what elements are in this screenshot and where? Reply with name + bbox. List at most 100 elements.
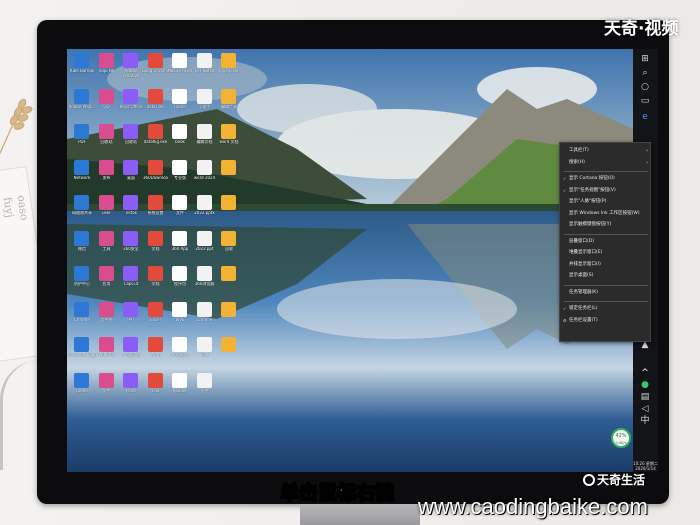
context-menu-item[interactable]: ✓ 锁定任务栏(L) [560,304,652,314]
context-menu-item[interactable]: ⚙ 任务栏设置(T) [560,316,652,326]
context-menu-item[interactable]: 显示触摸键盘按钮(Y) [560,220,652,230]
desktop-icon[interactable]: Kibe Barrow [70,51,94,81]
desktop-icon[interactable]: Music Player [167,51,193,81]
desktop-icon[interactable]: ver Notes [193,51,217,81]
desktop-icon[interactable] [217,264,241,294]
desktop-icon[interactable]: Chrome [193,300,217,330]
context-menu-item[interactable]: 并排显示窗口(I) [560,260,652,270]
desktop-icon[interactable]: QQ [95,87,119,117]
desktop-icon[interactable]: Tiktok [119,193,143,223]
desktop-icon[interactable]: 2022.pptx [193,193,217,223]
desktop-icon[interactable]: 系统设置 [144,193,168,223]
search-icon[interactable]: ⌕ [638,67,652,79]
desktop-icon[interactable]: book [168,122,192,152]
desktop-icon[interactable]: Notepad [168,335,192,365]
desktop-icon[interactable]: 编辑工具 [217,87,241,117]
desktop-icon[interactable]: Folder [70,371,94,401]
desktop-icon[interactable]: Paint [119,371,143,401]
desktop-icon[interactable]: word 文档 [217,122,241,152]
desktop-icon[interactable]: Network [70,158,94,188]
desktop-icon[interactable] [217,300,241,330]
desktop-icon[interactable]: Adobe Phot... [69,87,95,117]
desktop-icon[interactable]: Chrome [70,300,94,330]
desktop-icon[interactable]: 文件 [168,193,192,223]
desktop-icon[interactable]: 文档 [144,229,168,259]
desktop-icon[interactable]: 360安全 [119,229,143,259]
network-icon[interactable]: ▤ [638,391,652,403]
task-view-icon[interactable]: ▭ [638,95,652,107]
app-icon [74,88,89,104]
edge-icon[interactable]: e [638,111,652,123]
context-menu-item[interactable]: 显示桌面(S) [560,271,652,281]
logo-mark-icon [583,474,595,486]
desktop-icon[interactable]: Xiaoying [119,335,143,365]
desktop-icon[interactable]: Word [144,335,168,365]
desktop-icon[interactable]: 360 App [168,229,192,259]
desktop-icon[interactable]: user [95,193,119,223]
desktop-icon[interactable]: 防护中心 [70,264,94,294]
context-menu-item[interactable]: 堆叠显示窗口(E) [560,248,652,258]
desktop-icon[interactable]: CapCut [119,264,143,294]
desktop-icon[interactable]: Adobe Creative [119,51,143,81]
app-icon [74,301,89,317]
desktop-icon[interactable]: 360Downloa [143,158,168,188]
desktop-icon[interactable]: 2022.ppt [193,229,217,259]
desktop-icon[interactable]: 文件 [95,371,119,401]
desktop-icon[interactable]: 回收 [217,229,241,259]
desktop-icon[interactable]: Microsoft Edge [67,335,97,365]
context-menu-item[interactable]: ✓ 显示"任务视图"按钮(V) [560,186,652,196]
desktop-icon[interactable]: dataflig.exe [144,122,168,152]
desktop-icon[interactable]: 应用 [95,264,119,294]
desktop-icon[interactable] [217,158,241,188]
desktop-icon[interactable]: Text [193,335,217,365]
desktop-icon[interactable]: 回收站 [95,122,119,152]
context-menu-item[interactable]: 显示 Windows Ink 工作区按钮(W) [560,209,652,219]
context-menu-item[interactable]: 工具栏(T) › [560,146,652,156]
desktop-icon[interactable]: 编辑文档 [193,122,217,152]
desktop-icon[interactable] [217,335,241,365]
desktop-icon[interactable]: Text [144,371,168,401]
desktop-icon[interactable]: 工具 [95,229,119,259]
desktop-icon[interactable]: lnqu NIl [95,51,119,81]
desktop-icon[interactable]: Excel [144,300,168,330]
taskbar-clock[interactable]: 10:26 星期二 2020/1/14 [633,461,658,471]
app-icon [123,88,138,104]
desktop-icon[interactable]: WinRAR [95,335,119,365]
desktop-icon[interactable]: PDF [70,122,94,152]
cortana-icon[interactable]: ○ [638,81,652,93]
desktop-icon[interactable]: dataFiles [144,87,168,117]
desktop-icon[interactable]: Goog Chrome [142,51,169,81]
context-menu-item[interactable]: 任务管理器(K) [560,288,652,298]
network-speed-widget[interactable]: 42% 0.0K/s [611,428,631,448]
context-menu-item[interactable]: 搜索(H) › [560,158,652,168]
windows-start-icon[interactable]: ⊞ [638,53,652,65]
desktop-icon[interactable]: 网络和共享 [70,193,94,223]
desktop-icon[interactable]: Keys Office [119,87,143,117]
check-icon: ✓ [563,306,567,311]
desktop-icon[interactable]: 文件 [193,371,217,401]
input-method-icon[interactable]: 中 [638,415,652,427]
desktop-icon[interactable]: 桌面 [119,158,143,188]
desktop-icon[interactable]: 专业版 [168,158,192,188]
volume-icon[interactable]: ◁ [638,403,652,415]
desktop-icon[interactable]: 微信 [70,229,94,259]
desktop-icon[interactable]: word 2024 [193,158,217,188]
context-menu-item[interactable]: 显示"人脉"按钮(P) [560,197,652,207]
desktop-icon[interactable]: 小助手 [193,87,217,117]
desktop-icon[interactable]: 360浏览器 [193,264,217,294]
tray-chevron-icon[interactable]: ^ [638,367,652,379]
desktop-icon[interactable]: 文档 [144,264,168,294]
desktop-icon[interactable]: Reader [168,371,192,401]
desktop-icon[interactable]: Inve Jcker [217,51,241,81]
desktop-icon[interactable]: 回收站 [119,122,143,152]
desktop-icon[interactable]: 文件夹 [95,300,119,330]
desktop-icon[interactable]: Folder [168,87,192,117]
desktop-icon[interactable]: WPS [168,300,192,330]
desktop-icon[interactable] [217,193,241,223]
tray-app-icon[interactable]: ● [638,379,652,391]
desktop-icon[interactable]: PPT [119,300,143,330]
context-menu-item[interactable]: ✓ 显示 Cortana 按钮(O) [560,174,652,184]
desktop-icon[interactable]: 发布 [95,158,119,188]
context-menu-item[interactable]: 层叠窗口(D) [560,237,652,247]
desktop-icon[interactable]: 程序包 [168,264,192,294]
